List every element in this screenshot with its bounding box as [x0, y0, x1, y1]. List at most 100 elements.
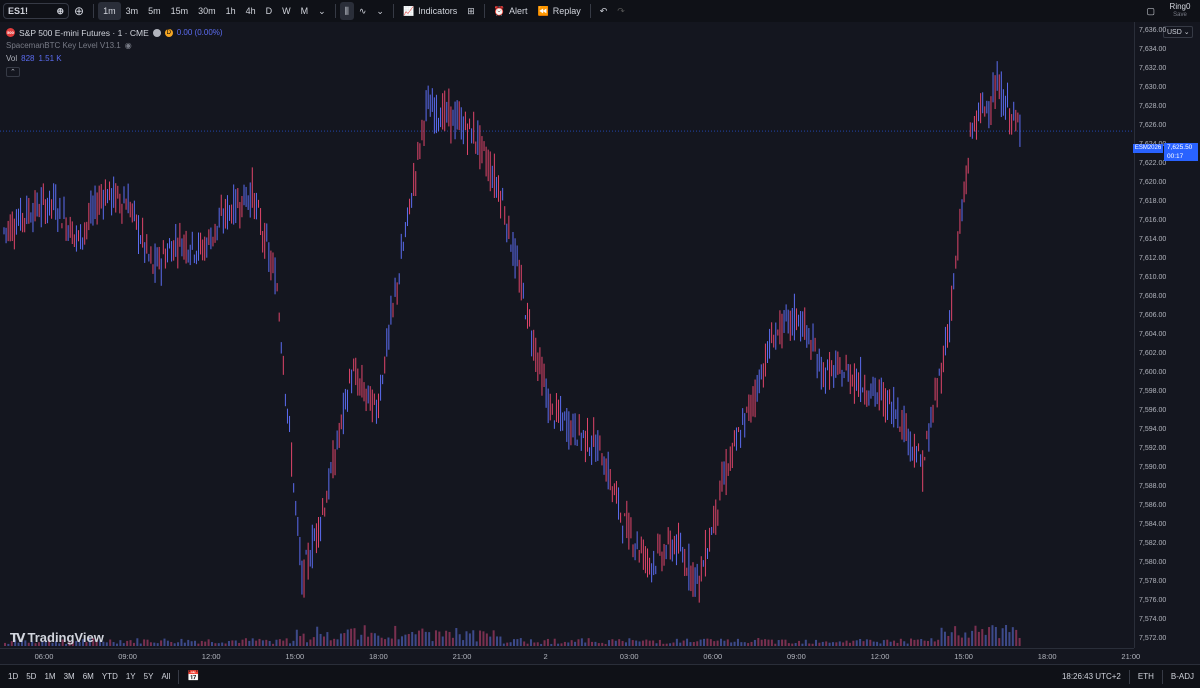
replay-button[interactable]: ⏪ Replay [532, 0, 585, 22]
interval-m[interactable]: M [296, 0, 314, 22]
price-tick-label: 7,632.00 [1139, 65, 1167, 73]
clock[interactable]: 18:26:43 UTC+2 [1058, 672, 1125, 681]
volume-bar [251, 638, 254, 646]
symbol-add-icon[interactable]: ⊕ [56, 6, 64, 17]
volume-bar [747, 643, 750, 646]
volume-bar [567, 642, 570, 646]
layout-button[interactable]: ▢ [1141, 0, 1160, 22]
volume-bar [295, 629, 298, 646]
price-tick-label: 7,630.00 [1139, 84, 1167, 92]
interval-dropdown[interactable]: ⌄ [313, 0, 331, 22]
interval-3m[interactable]: 3m [121, 0, 144, 22]
eye-icon[interactable]: ◉ [125, 41, 132, 50]
templates-button[interactable]: ⊞ [462, 0, 480, 22]
candle-style-button[interactable]: ⫼ [339, 2, 354, 20]
indicators-icon: 📈 [402, 5, 415, 16]
range-1d[interactable]: 1D [4, 672, 22, 681]
time-tick-label: 15:00 [954, 652, 973, 661]
time-tick-label: 06:00 [34, 652, 54, 661]
range-5y[interactable]: 5Y [140, 672, 158, 681]
price-tick-label: 7,582.00 [1139, 539, 1167, 547]
range-1y[interactable]: 1Y [122, 672, 140, 681]
add-symbol-button[interactable]: ⊕ [69, 0, 89, 22]
interval-15m[interactable]: 15m [166, 0, 194, 22]
indicator-name[interactable]: SpacemanBTC Key Level V13.1 [6, 41, 121, 50]
volume-label[interactable]: Vol [6, 54, 17, 63]
volume-bar [550, 643, 553, 646]
price-tick-label: 7,594.00 [1139, 425, 1167, 433]
price-tick-label: 7,608.00 [1139, 293, 1167, 301]
range-3m[interactable]: 3M [60, 672, 79, 681]
price-tick-label: 7,616.00 [1139, 217, 1167, 225]
chart-type-dropdown[interactable]: ⌄ [371, 0, 389, 22]
undo-button[interactable]: ↶ [595, 0, 613, 22]
adjustment-toggle[interactable]: B-ADJ [1167, 672, 1200, 681]
volume-bar [373, 633, 376, 646]
volume-bar [889, 641, 892, 646]
interval-5m[interactable]: 5m [143, 0, 166, 22]
time-axis[interactable]: 06:00 09:00 12:00 15:00 18:00 21:00 2 03:00 06:0… [0, 648, 1140, 665]
tv-logo-icon: 𝗧𝗩 [10, 630, 26, 645]
volume-bar [852, 640, 855, 646]
range-ytd[interactable]: YTD [98, 672, 122, 681]
indicators-button[interactable]: 📈 Indicators [398, 0, 462, 22]
range-5d[interactable]: 5D [22, 672, 40, 681]
interval-d[interactable]: D [261, 0, 278, 22]
brand-label: TradingView [27, 630, 104, 645]
collapse-legend-button[interactable]: ⌃ [6, 66, 20, 77]
date-range-icon[interactable]: 📅 [183, 671, 203, 682]
redo-button[interactable]: ↷ [612, 0, 630, 22]
session-toggle[interactable]: ETH [1134, 672, 1158, 681]
chart-type-button[interactable]: ∿ [354, 0, 372, 22]
volume-bar [343, 633, 346, 646]
interval-w[interactable]: W [277, 0, 296, 22]
interval-1m[interactable]: 1m [98, 2, 121, 20]
range-6m[interactable]: 6M [79, 672, 98, 681]
volume-bar [319, 633, 322, 646]
volume-bar [540, 643, 543, 646]
volume-bar [560, 643, 563, 646]
interval-1h[interactable]: 1h [221, 0, 241, 22]
range-all[interactable]: All [157, 672, 174, 681]
tradingview-logo[interactable]: 𝗧𝗩 TradingView [10, 630, 104, 645]
price-chart[interactable] [0, 22, 1134, 648]
volume-bar [356, 639, 359, 646]
volume-bar [767, 639, 770, 646]
price-tick-label: 7,572.00 [1139, 634, 1167, 642]
interval-4h[interactable]: 4h [241, 0, 261, 22]
volume-bar [862, 641, 865, 646]
save-area[interactable]: Ring0 Save [1160, 3, 1200, 19]
volume-bar [529, 639, 532, 646]
status-badge-icon [152, 28, 161, 37]
volume-bar [244, 638, 247, 646]
volume-bar [743, 642, 746, 646]
volume-bar [282, 640, 285, 646]
volume-bar [563, 641, 566, 646]
volume-bar [950, 632, 953, 646]
volume-bar [122, 643, 125, 646]
volume-bar [109, 639, 112, 646]
price-scale[interactable]: USD ⌄ 7,636.00 7,634.00 7,632.00 7,630.00 7,… [1134, 22, 1200, 648]
volume-bar [441, 636, 444, 646]
replay-label: Replay [552, 6, 581, 16]
volume-bar [893, 640, 896, 646]
symbol-search[interactable]: ES1! ⊕ [3, 3, 69, 19]
volume-bar [638, 641, 641, 646]
volume-bar [876, 641, 879, 646]
alert-button[interactable]: ⏰ Alert [489, 0, 533, 22]
volume-bar [736, 638, 739, 646]
rewind-icon: ⏪ [537, 5, 549, 16]
volume-bar [129, 640, 132, 646]
volume-bar [272, 643, 275, 646]
currency-selector[interactable]: USD ⌄ [1163, 26, 1193, 38]
chart-pane[interactable] [0, 22, 1134, 648]
volume-bar [716, 640, 719, 646]
interval-30m[interactable]: 30m [193, 0, 221, 22]
range-1m[interactable]: 1M [40, 672, 59, 681]
price-tick-label: 7,580.00 [1139, 558, 1167, 566]
volume-bar [594, 641, 597, 646]
volume-bar [139, 643, 142, 646]
volume-bar [360, 634, 363, 646]
symbol-title[interactable]: S&P 500 E-mini Futures · 1 · CME [19, 28, 149, 38]
volume-bar [916, 639, 919, 646]
